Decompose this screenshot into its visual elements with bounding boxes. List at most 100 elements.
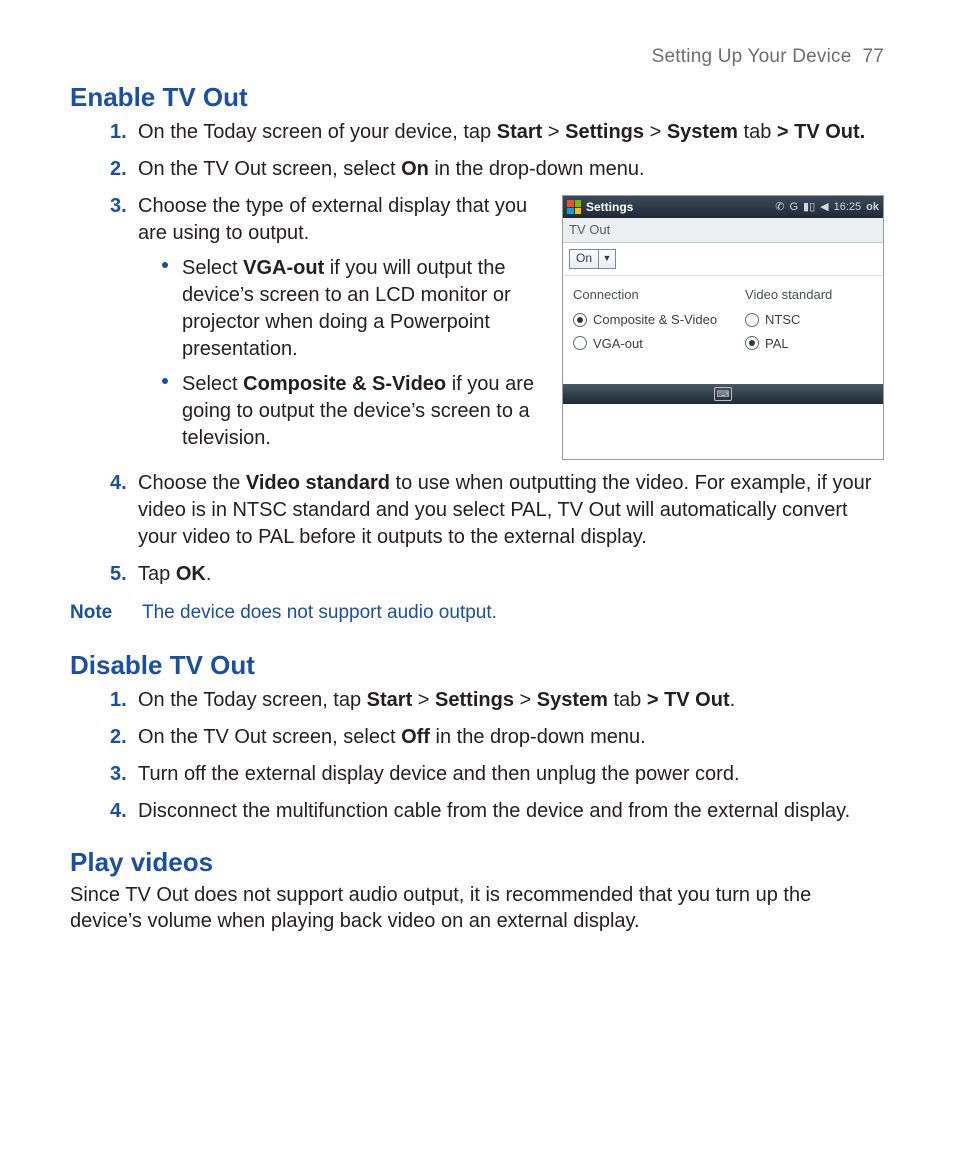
bullet-dot-icon (162, 378, 168, 384)
radio-label: NTSC (765, 311, 800, 329)
radio-icon (745, 313, 759, 327)
data-icon: G (789, 200, 798, 215)
enable-step-4: 4. Choose the Video standard to use when… (110, 470, 884, 551)
bold: On (401, 158, 429, 180)
step-marker: 2. (110, 724, 127, 751)
text: Turn off the external display device and… (138, 763, 740, 785)
screenshot-titlebar: Settings ✆ G ▮▯ ◀︎ 16:25 ok (563, 196, 883, 218)
text: Tap (138, 563, 176, 585)
ok-button[interactable]: ok (866, 200, 879, 215)
document-page: Setting Up Your Device 77 Enable TV Out … (0, 0, 954, 984)
radio-icon (573, 313, 587, 327)
bullet: Select VGA-out if you will output the de… (162, 255, 556, 363)
heading-disable-tv-out: Disable TV Out (70, 650, 884, 681)
text: in the drop-down menu. (430, 726, 646, 748)
text: . (730, 689, 736, 711)
disable-step-3: 3. Turn off the external display device … (110, 761, 884, 788)
screenshot-title: Settings (586, 199, 633, 215)
text: Select (182, 373, 243, 395)
enable-step-1: 1. On the Today screen of your device, t… (110, 119, 884, 146)
text: On the Today screen, tap (138, 689, 367, 711)
onoff-dropdown[interactable]: On ▼ (569, 249, 616, 269)
radio-icon (745, 336, 759, 350)
text: tab (738, 121, 777, 143)
text: Choose the (138, 472, 246, 494)
chapter-title: Setting Up Your Device (652, 46, 852, 67)
radio-ntsc[interactable]: NTSC (745, 311, 832, 329)
bold: VGA-out (243, 257, 324, 279)
bold: Composite & S-Video (243, 373, 446, 395)
screenshot-bottombar: ⌨ (563, 384, 883, 404)
running-header: Setting Up Your Device 77 (70, 46, 884, 68)
text: On the Today screen of your device, tap (138, 121, 497, 143)
radio-vga-out[interactable]: VGA-out (573, 335, 717, 353)
connection-group: Connection Composite & S-Video VGA-out (573, 286, 717, 359)
text: > (514, 689, 537, 711)
note-label: Note (70, 602, 142, 624)
text: On the TV Out screen, select (138, 158, 401, 180)
bullet: Select Composite & S-Video if you are go… (162, 371, 556, 452)
heading-enable-tv-out: Enable TV Out (70, 82, 884, 113)
text: Select (182, 257, 243, 279)
group-label: Connection (573, 286, 717, 304)
step-marker: 2. (110, 156, 127, 183)
radio-label: Composite & S-Video (593, 311, 717, 329)
disable-steps: 1. On the Today screen, tap Start > Sett… (70, 687, 884, 825)
bold: OK (176, 563, 206, 585)
text: > (644, 121, 667, 143)
bold: Video standard (246, 472, 390, 494)
bold: Start (497, 121, 543, 143)
speaker-icon: ◀︎ (820, 200, 828, 215)
bold: Settings (435, 689, 514, 711)
step-marker: 4. (110, 798, 127, 825)
windows-logo-icon (567, 200, 581, 214)
page-number: 77 (862, 46, 884, 67)
bold: System (537, 689, 608, 711)
screenshot-body: Connection Composite & S-Video VGA-out (563, 276, 883, 385)
screenshot-toolbar: On ▼ (563, 243, 883, 276)
enable-step-3: 3. Choose the type of external display t… (110, 193, 884, 460)
group-label: Video standard (745, 286, 832, 304)
step-marker: 1. (110, 687, 127, 714)
radio-pal[interactable]: PAL (745, 335, 832, 353)
text: Choose the type of external display that… (138, 195, 527, 244)
bold: Start (367, 689, 413, 711)
keyboard-icon[interactable]: ⌨ (714, 387, 732, 401)
disable-step-1: 1. On the Today screen, tap Start > Sett… (110, 687, 884, 714)
bold: System (667, 121, 738, 143)
dropdown-value: On (570, 250, 598, 266)
radio-label: PAL (765, 335, 789, 353)
text: tab (608, 689, 647, 711)
text: in the drop-down menu. (429, 158, 645, 180)
play-videos-body: Since TV Out does not support audio outp… (70, 882, 884, 934)
enable-step3-bullets: Select VGA-out if you will output the de… (138, 255, 556, 452)
bold: Settings (565, 121, 644, 143)
disable-step-2: 2. On the TV Out screen, select Off in t… (110, 724, 884, 751)
video-standard-group: Video standard NTSC PAL (745, 286, 832, 359)
text: . (206, 563, 212, 585)
radio-composite[interactable]: Composite & S-Video (573, 311, 717, 329)
text: On the TV Out screen, select (138, 726, 401, 748)
screenshot-subhead: TV Out (563, 218, 883, 243)
text: > (542, 121, 565, 143)
bullet-dot-icon (162, 262, 168, 268)
enable-step-2: 2. On the TV Out screen, select On in th… (110, 156, 884, 183)
radio-label: VGA-out (593, 335, 643, 353)
radio-icon (573, 336, 587, 350)
note: Note The device does not support audio o… (70, 602, 884, 624)
bold: Off (401, 726, 430, 748)
enable-steps: 1. On the Today screen of your device, t… (70, 119, 884, 588)
chevron-down-icon: ▼ (598, 250, 615, 268)
text: > (412, 689, 435, 711)
step-marker: 5. (110, 561, 127, 588)
step-marker: 3. (110, 193, 127, 220)
disable-step-4: 4. Disconnect the multifunction cable fr… (110, 798, 884, 825)
device-screenshot: Settings ✆ G ▮▯ ◀︎ 16:25 ok TV Out On ▼ (562, 195, 884, 460)
step-marker: 4. (110, 470, 127, 497)
step-marker: 1. (110, 119, 127, 146)
step-marker: 3. (110, 761, 127, 788)
phone-icon: ✆ (775, 200, 784, 215)
enable-step-5: 5. Tap OK. (110, 561, 884, 588)
clock-text: 16:25 (834, 200, 862, 215)
text: Disconnect the multifunction cable from … (138, 800, 850, 822)
